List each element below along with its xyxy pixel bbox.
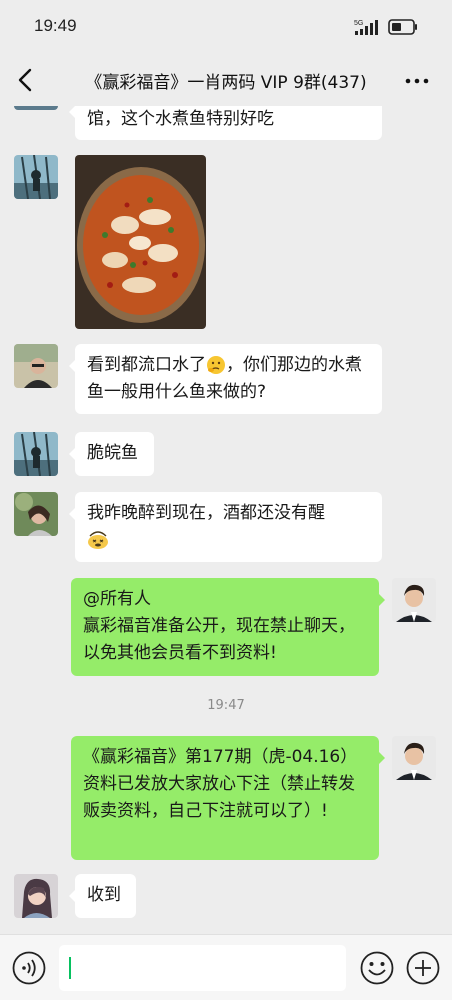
timestamp: 19:47 <box>207 698 245 713</box>
avatar-self[interactable] <box>392 736 436 780</box>
avatar[interactable] <box>14 344 58 388</box>
text-caret <box>69 957 71 979</box>
voice-icon[interactable] <box>12 951 46 985</box>
message-text: 脆皖鱼 <box>87 443 138 463</box>
message-text: 看到都流口水了 <box>87 355 206 375</box>
message-text: 《赢彩福音》第177期（虎-04.16）资料已发放大家放心下注（禁止转发贩卖资料… <box>83 747 358 821</box>
back-icon[interactable] <box>14 66 38 94</box>
message-text: 我昨晚醉到现在，酒都还没有醒 <box>87 503 325 523</box>
message-text: 馆，这个水煮鱼特别好吃 <box>87 109 274 129</box>
input-bar <box>0 934 452 1000</box>
message-list[interactable]: 馆，这个水煮鱼特别好吃 看到都流口水了 ，你们那边的水煮鱼一般用什么鱼来做的? … <box>0 106 452 934</box>
message-bubble[interactable]: 我昨晚醉到现在，酒都还没有醒 <box>69 492 382 562</box>
avatar[interactable] <box>14 106 58 110</box>
message-bubble[interactable]: 收到 <box>69 874 136 918</box>
message-bubble-self[interactable]: 《赢彩福音》第177期（虎-04.16）资料已发放大家放心下注（禁止转发贩卖资料… <box>71 736 385 860</box>
message-text: 赢彩福音准备公开，现在禁止聊天，以免其他会员看不到资料! <box>83 616 355 663</box>
message-bubble[interactable]: 脆皖鱼 <box>69 432 154 476</box>
avatar-self[interactable] <box>392 578 436 622</box>
food-photo[interactable] <box>75 155 206 329</box>
emoji-icon[interactable] <box>360 951 394 985</box>
avatar[interactable] <box>14 874 58 918</box>
thinking-emoji-icon <box>207 356 225 374</box>
message-mention: @所有人 <box>83 589 151 609</box>
message-bubble[interactable]: 看到都流口水了 ，你们那边的水煮鱼一般用什么鱼来做的? <box>69 344 382 414</box>
signal-icon: 5G <box>354 20 378 35</box>
more-icon[interactable] <box>404 70 430 92</box>
avatar[interactable] <box>14 432 58 476</box>
message-bubble-self[interactable]: @所有人 赢彩福音准备公开，现在禁止聊天，以免其他会员看不到资料! <box>71 578 385 676</box>
battery-icon <box>388 19 417 35</box>
avatar[interactable] <box>14 155 58 199</box>
status-time: 19:49 <box>34 16 77 35</box>
message-bubble[interactable]: 馆，这个水煮鱼特别好吃 <box>69 106 382 140</box>
plus-icon[interactable] <box>406 951 440 985</box>
status-bar: 19:49 5G <box>0 0 452 56</box>
network-label: 5G <box>354 20 363 27</box>
message-text: 收到 <box>87 885 121 905</box>
chat-header: 《赢彩福音》一肖两码 VIP 9群(437) <box>0 56 452 106</box>
avatar[interactable] <box>14 492 58 536</box>
dizzy-emoji-icon <box>88 531 108 549</box>
chat-title: 《赢彩福音》一肖两码 VIP 9群(437) <box>85 73 367 93</box>
message-input[interactable] <box>59 945 346 991</box>
